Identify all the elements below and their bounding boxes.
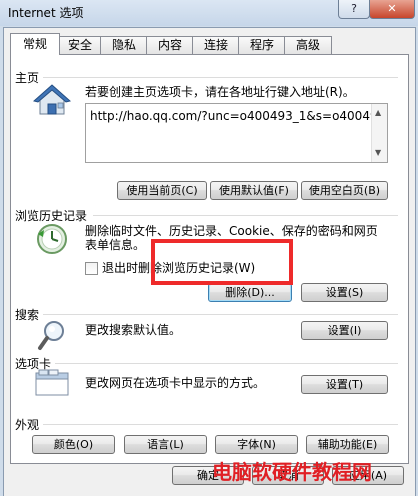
- help-button[interactable]: ?: [338, 0, 370, 19]
- tabs-description: 更改网页在选项卡中显示的方式。: [85, 376, 266, 390]
- tab-programs[interactable]: 程序: [238, 36, 286, 54]
- watermark-text: 电脑软硬件教程网: [212, 460, 372, 484]
- divider: [93, 215, 398, 216]
- history-clock-icon: [37, 224, 67, 254]
- tab-general[interactable]: 常规: [10, 33, 60, 55]
- window-title: Internet 选项: [8, 6, 84, 20]
- use-blank-button[interactable]: 使用空白页(B): [301, 181, 388, 200]
- search-settings-button[interactable]: 设置(I): [301, 321, 388, 340]
- divider: [43, 424, 398, 425]
- homepage-url-text: http://hao.qq.com/?unc=o400493_1&s=o4004…: [90, 109, 378, 123]
- search-section-title: 搜索: [15, 308, 40, 322]
- close-button[interactable]: ✕: [369, 0, 415, 19]
- divider: [43, 314, 398, 315]
- highlight-annotation: [151, 239, 293, 285]
- home-icon: [33, 84, 71, 115]
- tab-privacy[interactable]: 隐私: [100, 36, 148, 54]
- tab-connections[interactable]: 连接: [192, 36, 240, 54]
- accessibility-button[interactable]: 辅助功能(E): [306, 435, 389, 454]
- divider: [55, 363, 398, 364]
- languages-button[interactable]: 语言(L): [124, 435, 207, 454]
- divider: [43, 77, 398, 78]
- history-description-line1: 删除临时文件、历史记录、Cookie、保存的密码和网页: [85, 224, 378, 238]
- colors-button[interactable]: 颜色(O): [32, 435, 115, 454]
- tab-security[interactable]: 安全: [58, 36, 102, 54]
- url-scrollbar[interactable]: ▲ ▼: [371, 104, 387, 162]
- tabs-settings-button[interactable]: 设置(T): [301, 375, 388, 394]
- history-settings-button[interactable]: 设置(S): [301, 283, 388, 302]
- title-bar: Internet 选项 ? ✕: [0, 0, 418, 26]
- history-description-line2: 表单信息。: [85, 238, 146, 252]
- search-description: 更改搜索默认值。: [85, 323, 182, 337]
- tab-content[interactable]: 内容: [146, 36, 194, 54]
- tab-advanced[interactable]: 高级: [284, 36, 332, 54]
- homepage-description: 若要创建主页选项卡，请在各地址行键入地址(R)。: [85, 85, 355, 99]
- fonts-button[interactable]: 字体(N): [215, 435, 298, 454]
- use-default-button[interactable]: 使用默认值(F): [210, 181, 298, 200]
- delete-on-exit-checkbox[interactable]: [85, 262, 98, 275]
- use-current-page-button[interactable]: 使用当前页(C): [117, 181, 207, 200]
- tabs-window-icon: [35, 369, 69, 396]
- scroll-down-icon[interactable]: ▼: [375, 148, 381, 157]
- delete-history-button[interactable]: 删除(D)...: [208, 283, 292, 302]
- search-magnifier-icon: [38, 321, 64, 350]
- site-watermark: 电脑软硬件教程网: [212, 456, 372, 485]
- appearance-section-title: 外观: [15, 418, 40, 432]
- scroll-up-icon[interactable]: ▲: [375, 108, 381, 117]
- homepage-url-field[interactable]: http://hao.qq.com/?unc=o400493_1&s=o4004…: [85, 103, 388, 163]
